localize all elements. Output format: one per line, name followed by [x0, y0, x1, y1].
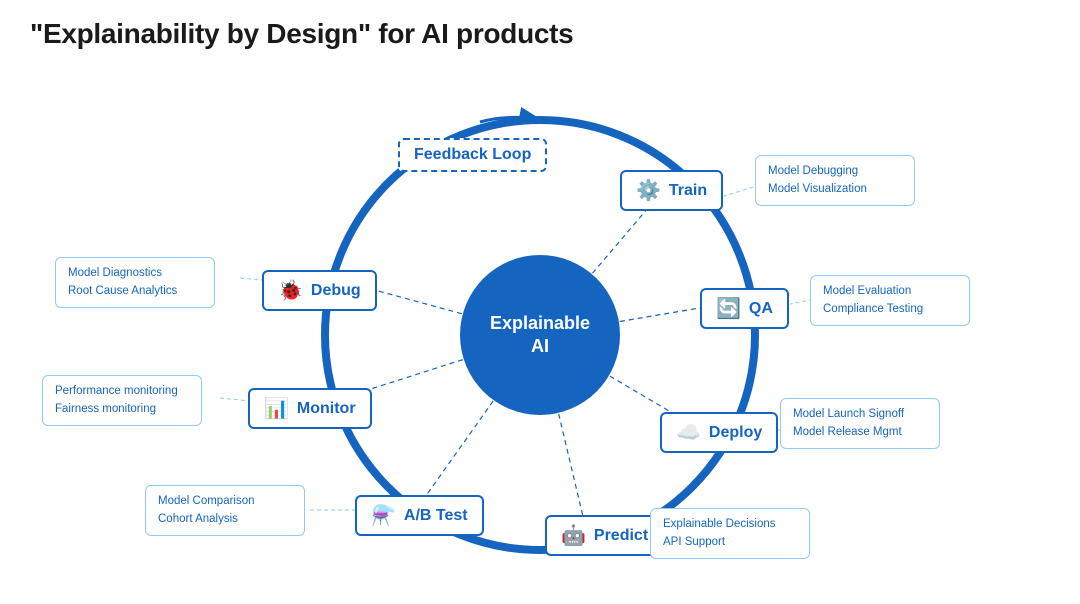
stage-abtest: ⚗️ A/B Test	[355, 495, 484, 536]
info-abtest-text: Model ComparisonCohort Analysis	[158, 492, 292, 529]
stage-debug: 🐞 Debug	[262, 270, 377, 311]
info-monitor-text: Performance monitoringFairness monitorin…	[55, 382, 189, 419]
info-train: Model DebuggingModel Visualization	[755, 155, 915, 206]
monitor-icon: 📊	[264, 396, 289, 421]
qa-icon: 🔄	[716, 296, 741, 321]
monitor-label: Monitor	[297, 400, 356, 418]
page-title: "Explainability by Design" for AI produc…	[30, 18, 573, 50]
stage-train: ⚙️ Train	[620, 170, 723, 211]
train-icon: ⚙️	[636, 178, 661, 203]
info-debug-text: Model DiagnosticsRoot Cause Analytics	[68, 264, 202, 301]
abtest-label: A/B Test	[404, 507, 468, 525]
info-predict-text: Explainable DecisionsAPI Support	[663, 515, 797, 552]
info-predict: Explainable DecisionsAPI Support	[650, 508, 810, 559]
info-deploy-text: Model Launch SignoffModel Release Mgmt	[793, 405, 927, 442]
stage-deploy: ☁️ Deploy	[660, 412, 778, 453]
info-qa-text: Model EvaluationCompliance Testing	[823, 282, 957, 319]
info-qa: Model EvaluationCompliance Testing	[810, 275, 970, 326]
info-abtest: Model ComparisonCohort Analysis	[145, 485, 305, 536]
center-label: ExplainableAI	[490, 312, 590, 359]
diagram-container: ExplainableAI ⚙️ Train Model DebuggingMo…	[0, 70, 1080, 600]
debug-label: Debug	[311, 282, 361, 300]
predict-icon: 🤖	[561, 523, 586, 548]
deploy-icon: ☁️	[676, 420, 701, 445]
abtest-icon: ⚗️	[371, 503, 396, 528]
feedback-label: Feedback Loop	[414, 146, 531, 164]
train-label: Train	[669, 182, 707, 200]
stage-monitor: 📊 Monitor	[248, 388, 372, 429]
qa-label: QA	[749, 300, 773, 318]
stage-feedback: Feedback Loop	[398, 138, 547, 172]
info-deploy: Model Launch SignoffModel Release Mgmt	[780, 398, 940, 449]
stage-predict: 🤖 Predict	[545, 515, 664, 556]
debug-icon: 🐞	[278, 278, 303, 303]
deploy-label: Deploy	[709, 424, 762, 442]
info-debug: Model DiagnosticsRoot Cause Analytics	[55, 257, 215, 308]
info-train-text: Model DebuggingModel Visualization	[768, 162, 902, 199]
center-circle: ExplainableAI	[460, 255, 620, 415]
stage-qa: 🔄 QA	[700, 288, 789, 329]
info-monitor: Performance monitoringFairness monitorin…	[42, 375, 202, 426]
predict-label: Predict	[594, 527, 648, 545]
